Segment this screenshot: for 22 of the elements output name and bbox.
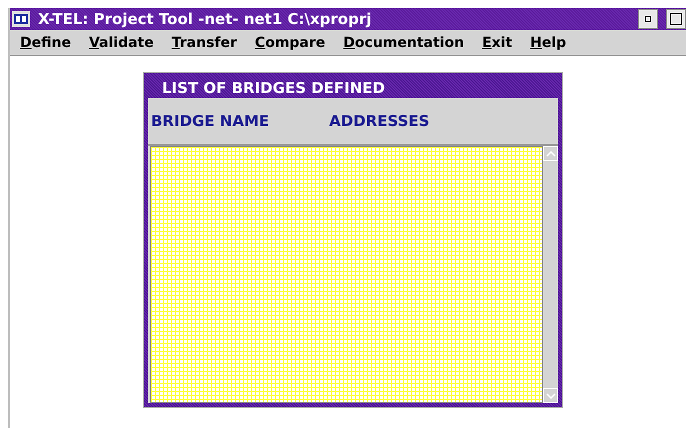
menu-item[interactable]: Help [530,34,566,50]
bridge-list[interactable] [150,146,543,403]
maximize-icon [670,13,682,25]
maximize-button[interactable] [666,9,686,29]
window-title: X-TEL: Project Tool -net- net1 C:\xproprj [38,10,372,28]
caret-up-icon [546,150,556,156]
caret-down-icon [546,392,556,398]
column-header: BRIDGE NAME [151,112,270,130]
scrollbar[interactable] [543,146,558,403]
dialog-title: LIST OF BRIDGES DEFINED [161,78,386,98]
menu-item[interactable]: Validate [88,34,154,50]
scroll-up-button[interactable] [543,146,558,161]
scroll-down-button[interactable] [543,388,558,403]
menu-item[interactable]: Define [20,34,71,50]
app-icon [12,11,30,27]
menu-item[interactable]: Documentation [343,34,464,50]
minimize-icon [645,16,651,22]
menu-item[interactable]: Compare [254,34,326,50]
menu-item[interactable]: Transfer [172,34,237,50]
column-header: ADDRESSES [329,112,430,130]
menu-item[interactable]: Exit [482,34,512,50]
minimize-button[interactable] [638,9,658,29]
